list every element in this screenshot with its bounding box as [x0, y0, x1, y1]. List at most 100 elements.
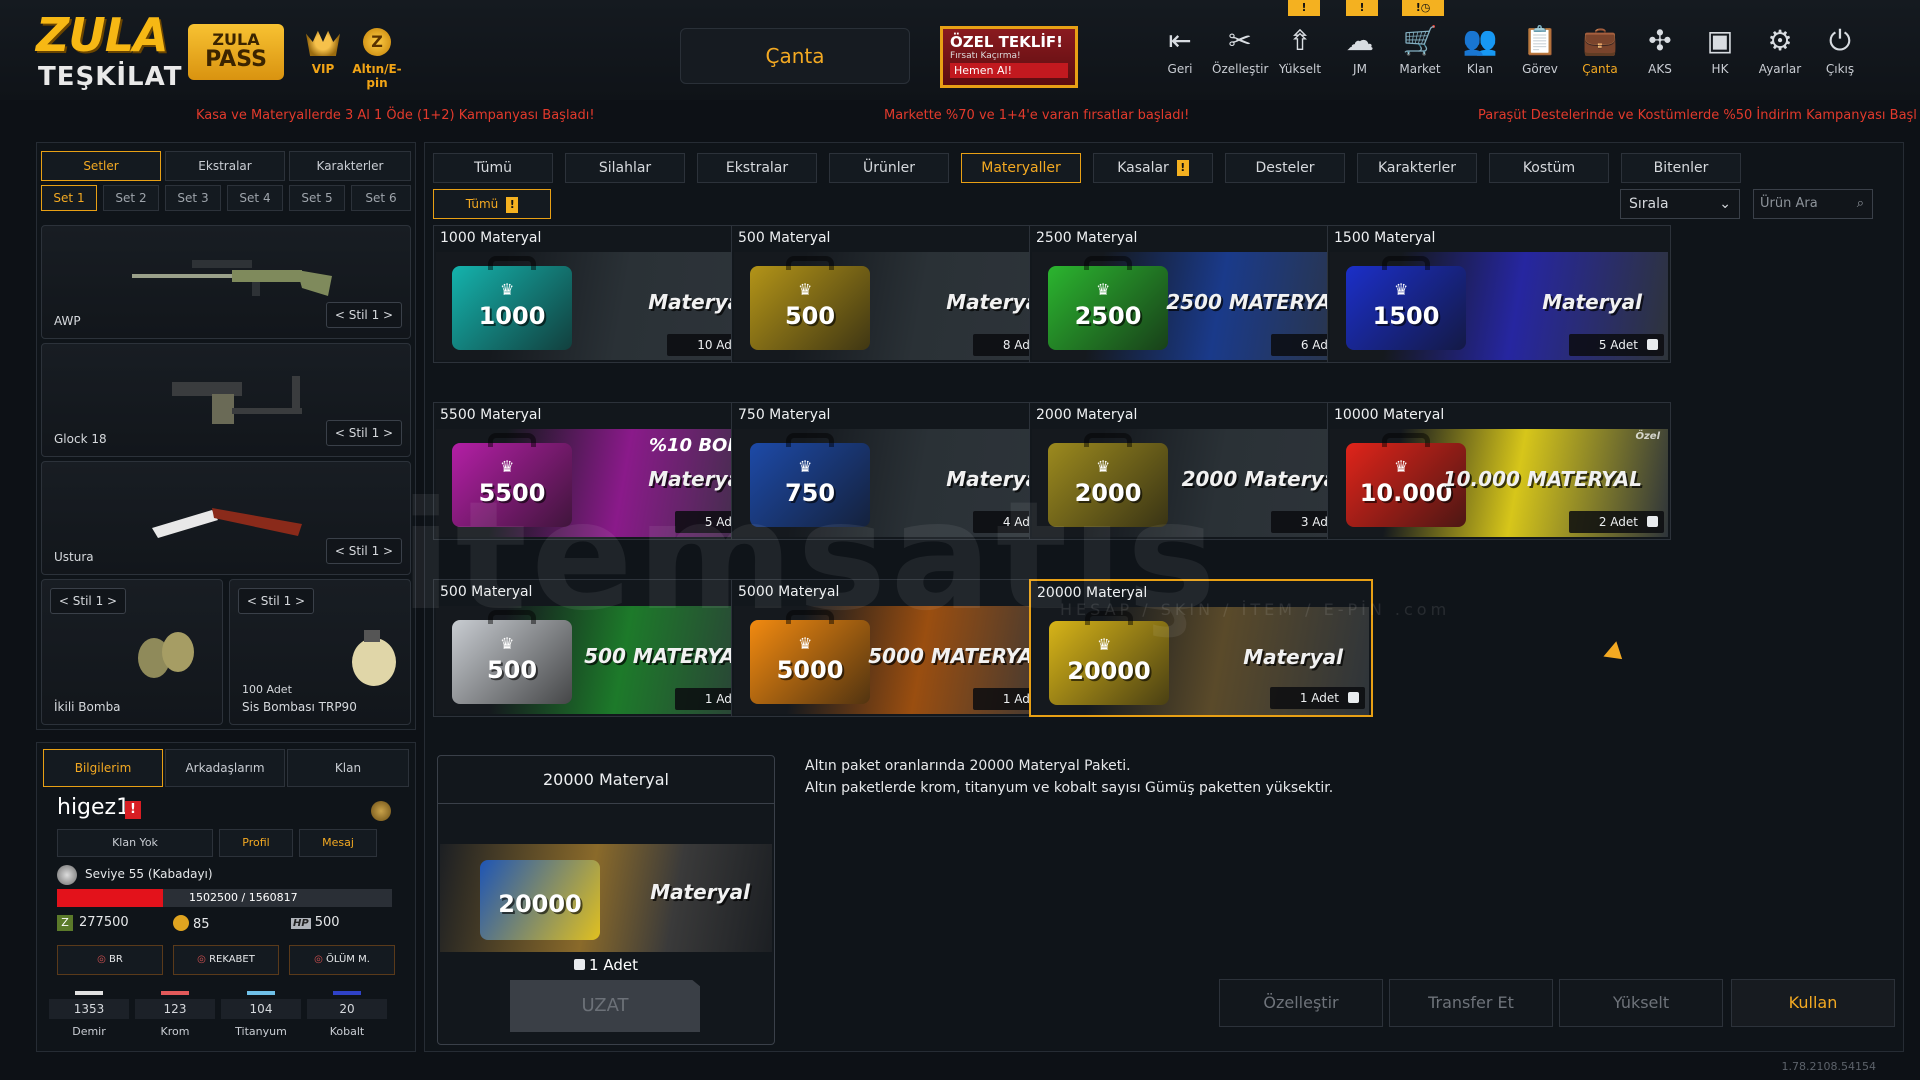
rank-br-button[interactable]: ◎ BR — [57, 945, 163, 975]
subfilter-tumu[interactable]: Tümü! — [433, 189, 551, 219]
rank-rekabet-button[interactable]: ◎ REKABET — [173, 945, 279, 975]
clan-status: Klan Yok — [57, 829, 213, 857]
item-card[interactable]: 500 Materyal♛500MateryalÖzel8 Adet — [731, 225, 1075, 363]
tab-arkadaslarim[interactable]: Arkadaşlarım — [165, 749, 285, 787]
item-card[interactable]: 2500 Materyal♛25002500 MATERYALAltın6 Ad… — [1029, 225, 1373, 363]
tab-category[interactable]: Ekstralar — [697, 153, 817, 183]
sniper-rifle-icon — [132, 260, 332, 296]
weapon-slot-ustura[interactable]: Ustura < Stil 1 > — [41, 461, 411, 575]
crown-icon — [306, 30, 340, 56]
tab-category[interactable]: Desteler — [1225, 153, 1345, 183]
notification-badge[interactable]: ! — [1288, 0, 1320, 16]
message-button[interactable]: Mesaj — [299, 829, 377, 857]
nav-tools-button[interactable]: ✂ Özelleştir — [1212, 24, 1268, 76]
tab-category[interactable]: Silahlar — [565, 153, 685, 183]
weapon-slot-awp[interactable]: AWP < Stil 1 > — [41, 225, 411, 339]
nav-upgrade-button[interactable]: ⇮ Yükselt — [1272, 24, 1328, 76]
upgrade-button[interactable]: Yükselt — [1559, 979, 1723, 1027]
tab-category[interactable]: Bitenler — [1621, 153, 1741, 183]
tab-setler[interactable]: Setler — [41, 151, 161, 181]
item-card[interactable]: 1000 Materyal♛1000MateryalÖzel10 Adet — [433, 225, 777, 363]
watermark-subtext: HESAP / SKIN / İTEM / E-PİN .com — [1060, 600, 1451, 619]
material-0: 1353 Demir — [49, 991, 129, 1038]
loadout-panel: Setler Ekstralar Karakterler Set 1 Set 2… — [36, 142, 416, 730]
notification-badge[interactable]: ! — [1346, 0, 1378, 16]
set-4[interactable]: Set 4 — [227, 185, 283, 211]
warning-icon[interactable]: ! — [125, 801, 141, 819]
nav-hk-button[interactable]: ▣ HK — [1692, 24, 1748, 76]
set-1[interactable]: Set 1 — [41, 185, 97, 211]
grenade-icon — [138, 632, 194, 678]
item-title: 750 Materyal — [738, 407, 831, 423]
use-button[interactable]: Kullan — [1731, 979, 1895, 1027]
nav-cart-button[interactable]: 🛒 Market — [1392, 24, 1448, 76]
rank-olum-button[interactable]: ◎ ÖLÜM M. — [289, 945, 395, 975]
style-selector[interactable]: < Stil 1 > — [326, 302, 402, 328]
set-6[interactable]: Set 6 — [351, 185, 411, 211]
set-3[interactable]: Set 3 — [165, 185, 221, 211]
weapon-name: Ustura — [54, 550, 94, 564]
search-input[interactable]: Ürün Ara ⌕ — [1753, 189, 1873, 219]
hp-balance: HP 500 — [291, 915, 340, 930]
notification-badge[interactable]: !◷ — [1402, 0, 1444, 16]
altin-epin-button[interactable]: Z Altın/E-pin — [342, 28, 412, 90]
vip-button[interactable]: VIP — [304, 28, 342, 76]
detail-image: 20000 Materyal — [440, 844, 772, 952]
tab-category[interactable]: Materyaller — [961, 153, 1081, 183]
item-detail: 20000 Materyal 20000 Materyal 1 Adet UZA… — [437, 755, 775, 1045]
set-5[interactable]: Set 5 — [289, 185, 345, 211]
profile-button[interactable]: Profil — [219, 829, 293, 857]
style-selector[interactable]: < Stil 1 > — [326, 538, 402, 564]
item-card[interactable]: 1500 Materyal ♛ 1500 Materyal 5 Adet — [1327, 225, 1671, 363]
weapon-slot-glock[interactable]: Glock 18 < Stil 1 > — [41, 343, 411, 457]
tab-category[interactable]: Tümü — [433, 153, 553, 183]
tab-klan[interactable]: Klan — [287, 749, 409, 787]
material-3: 20 Kobalt — [307, 991, 387, 1038]
tab-bilgilerim[interactable]: Bilgilerim — [43, 749, 163, 787]
weapon-slot-ikili-bomba[interactable]: < Stil 1 > İkili Bomba — [41, 579, 223, 725]
extend-button[interactable]: UZAT — [510, 980, 700, 1032]
gold-coin-icon: Z — [363, 28, 391, 56]
weapon-slot-sis-bombasi[interactable]: < Stil 1 > 100 Adet Sis Bombası TRP90 — [229, 579, 411, 725]
transfer-button[interactable]: Transfer Et — [1389, 979, 1553, 1027]
item-title: 5500 Materyal — [440, 407, 542, 423]
task-icon: 📋 — [1522, 24, 1558, 57]
style-selector[interactable]: < Stil 1 > — [326, 420, 402, 446]
case-icon: ♛ 1000 — [452, 256, 572, 350]
nav-task-button[interactable]: 📋 Görev — [1512, 24, 1568, 76]
nav-back-button[interactable]: ⇤ Geri — [1152, 24, 1208, 76]
username: higez1 — [57, 795, 131, 820]
weapon-name: İkili Bomba — [54, 700, 121, 714]
box-icon — [1348, 692, 1359, 703]
case-icon: ♛ 500 — [750, 256, 870, 350]
nav-aks-button[interactable]: ✣ AKS — [1632, 24, 1688, 76]
style-selector[interactable]: < Stil 1 > — [238, 588, 314, 614]
nav-gear-button[interactable]: ⚙ Ayarlar — [1752, 24, 1808, 76]
tab-category[interactable]: Kostüm — [1489, 153, 1609, 183]
set-2[interactable]: Set 2 — [103, 185, 159, 211]
tab-category[interactable]: Ürünler — [829, 153, 949, 183]
item-card[interactable]: 10000 Materyal ♛ 10.000 10.000 MATERYAL Özel… — [1327, 402, 1671, 540]
ticker-message: Paraşüt Destelerinde ve Kostümlerde %50 … — [1478, 108, 1917, 123]
zula-pass-button[interactable]: ZULA PASS — [188, 24, 284, 80]
style-selector[interactable]: < Stil 1 > — [50, 588, 126, 614]
tab-category[interactable]: Karakterler — [1357, 153, 1477, 183]
weapon-name: Glock 18 — [54, 432, 107, 446]
tab-karakterler[interactable]: Karakterler — [289, 151, 411, 181]
power-icon: ⏻ — [1828, 24, 1852, 57]
sort-dropdown[interactable]: Sırala ⌄ — [1620, 189, 1740, 219]
nav-clan-button[interactable]: 👥 Klan — [1452, 24, 1508, 76]
weapon-name: Sis Bombası TRP90 — [242, 700, 357, 714]
pistol-icon — [172, 376, 302, 424]
item-count: 5 Adet — [1568, 334, 1664, 356]
tab-ekstralar[interactable]: Ekstralar — [165, 151, 285, 181]
item-title: 500 Materyal — [738, 230, 831, 246]
customize-button[interactable]: Özelleştir — [1219, 979, 1383, 1027]
nav-bag-button[interactable]: 💼 Çanta — [1572, 24, 1628, 76]
tab-category[interactable]: Kasalar! — [1093, 153, 1213, 183]
level-badge-icon — [57, 865, 77, 885]
page-title: Çanta — [680, 28, 910, 84]
special-offer-button[interactable]: ÖZEL TEKLİF! Fırsatı Kaçırma! Hemen Al! — [940, 26, 1078, 88]
nav-power-button[interactable]: ⏻ Çıkış — [1812, 24, 1868, 76]
nav-jm-button[interactable]: ☁ JM — [1332, 24, 1388, 76]
